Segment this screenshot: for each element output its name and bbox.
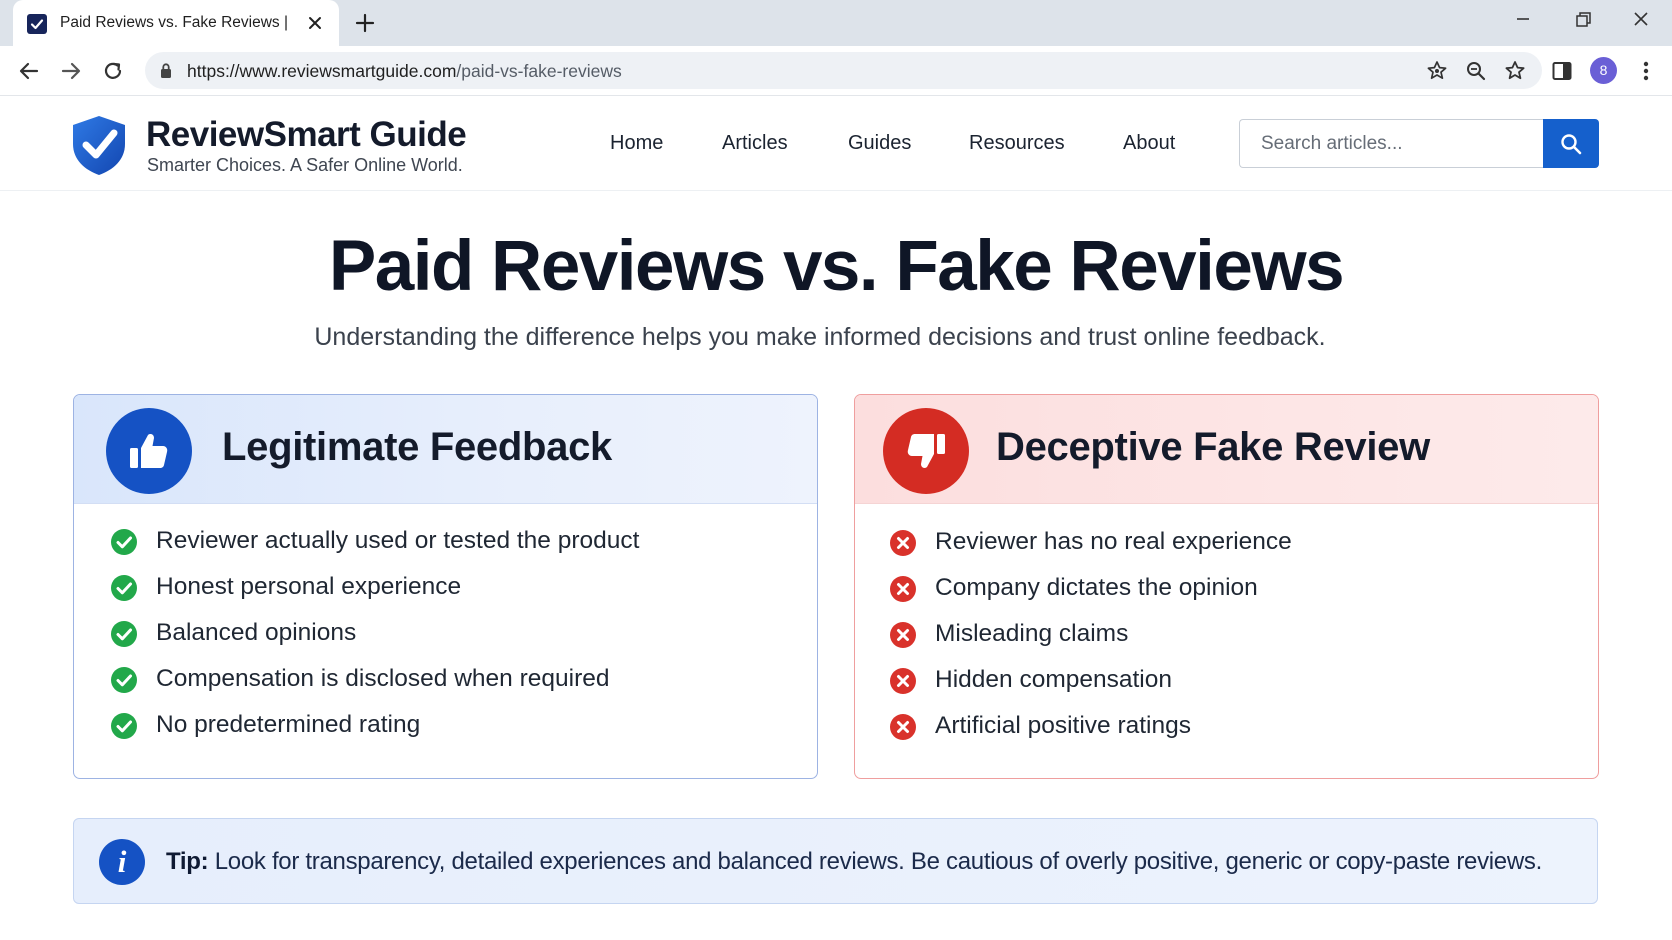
profile-avatar[interactable]: 8	[1590, 57, 1617, 84]
side-panel-icon[interactable]	[1550, 59, 1574, 83]
thumbs-up-icon	[130, 434, 168, 468]
bookmark-star-icon[interactable]	[1503, 59, 1527, 83]
minimize-window-icon[interactable]	[1509, 9, 1537, 31]
list-item: Reviewer has no real experience	[889, 528, 1292, 574]
browser-toolbar: https://www.reviewsmartguide.com/paid-vs…	[0, 46, 1672, 96]
search-button[interactable]	[1543, 119, 1599, 168]
card-title: Deceptive Fake Review	[996, 425, 1430, 469]
tab-title: Paid Reviews vs. Fake Reviews |	[60, 14, 288, 31]
page-subtitle: Understanding the difference helps you m…	[314, 323, 1326, 351]
list-item-text: Reviewer actually used or tested the pro…	[156, 527, 640, 554]
nav-guides[interactable]: Guides	[848, 132, 911, 155]
close-window-icon[interactable]	[1627, 9, 1655, 31]
thumbs-up-badge	[106, 408, 192, 494]
browser-tab-strip: Paid Reviews vs. Fake Reviews |	[0, 0, 1672, 46]
list-item: Honest personal experience	[110, 573, 639, 619]
list-item: Reviewer actually used or tested the pro…	[110, 527, 639, 573]
site-badge-star-icon[interactable]	[1425, 59, 1449, 83]
list-item-text: Hidden compensation	[935, 666, 1172, 693]
legitimate-list: Reviewer actually used or tested the pro…	[110, 527, 639, 757]
checkbox-favicon-icon	[27, 14, 47, 34]
search-input[interactable]	[1239, 119, 1544, 168]
list-item-text: Company dictates the opinion	[935, 574, 1258, 601]
list-item: Hidden compensation	[889, 666, 1292, 712]
x-circle-icon	[890, 576, 916, 602]
menu-kebab-icon[interactable]	[1636, 59, 1656, 83]
info-icon: i	[99, 839, 145, 885]
list-item: No predetermined rating	[110, 711, 639, 757]
list-item: Company dictates the opinion	[889, 574, 1292, 620]
thumbs-down-badge	[883, 408, 969, 494]
forward-arrow-icon[interactable]	[58, 58, 84, 84]
list-item: Misleading claims	[889, 620, 1292, 666]
list-item: Artificial positive ratings	[889, 712, 1292, 758]
x-circle-icon	[890, 622, 916, 648]
card-header: Legitimate Feedback	[74, 395, 817, 504]
tip-label: Tip:	[166, 848, 209, 875]
tip-text: Tip: Look for transparency, detailed exp…	[166, 848, 1542, 876]
close-tab-icon[interactable]	[305, 13, 325, 33]
list-item-text: Balanced opinions	[156, 619, 357, 646]
tip-banner: i Tip: Look for transparency, detailed e…	[73, 818, 1598, 904]
list-item-text: Artificial positive ratings	[935, 712, 1191, 739]
nav-resources[interactable]: Resources	[969, 132, 1065, 155]
check-circle-icon	[111, 529, 137, 555]
url-host: https://www.reviewsmartguide.com	[187, 61, 457, 81]
x-circle-icon	[890, 530, 916, 556]
legitimate-feedback-card: Legitimate Feedback Reviewer actually us…	[73, 394, 818, 779]
site-header: ReviewSmart Guide Smarter Choices. A Saf…	[0, 97, 1672, 191]
list-item: Compensation is disclosed when required	[110, 665, 639, 711]
brand-tagline: Smarter Choices. A Safer Online World.	[147, 155, 463, 175]
lock-icon[interactable]	[159, 62, 173, 79]
list-item-text: No predetermined rating	[156, 711, 421, 738]
tip-body: Look for transparency, detailed experien…	[208, 848, 1543, 875]
zoom-icon[interactable]	[1464, 59, 1488, 83]
browser-tab-active[interactable]: Paid Reviews vs. Fake Reviews |	[13, 0, 339, 46]
thumbs-down-icon	[907, 434, 945, 468]
url-text[interactable]: https://www.reviewsmartguide.com/paid-vs…	[187, 61, 622, 82]
check-circle-icon	[111, 621, 137, 647]
nav-about[interactable]: About	[1123, 132, 1175, 155]
new-tab-icon[interactable]	[354, 12, 376, 34]
page-title: Paid Reviews vs. Fake Reviews	[328, 227, 1345, 306]
check-circle-icon	[111, 575, 137, 601]
nav-articles[interactable]: Articles	[722, 132, 788, 155]
address-bar[interactable]: https://www.reviewsmartguide.com/paid-vs…	[145, 52, 1542, 89]
list-item-text: Misleading claims	[935, 620, 1129, 647]
reload-icon[interactable]	[100, 58, 126, 84]
x-circle-icon	[890, 714, 916, 740]
check-circle-icon	[111, 667, 137, 693]
list-item-text: Honest personal experience	[156, 573, 462, 600]
list-item: Balanced opinions	[110, 619, 639, 665]
x-circle-icon	[890, 668, 916, 694]
card-header: Deceptive Fake Review	[855, 395, 1598, 504]
restore-window-icon[interactable]	[1568, 9, 1596, 31]
url-path: /paid-vs-fake-reviews	[456, 61, 622, 81]
brand-name[interactable]: ReviewSmart Guide	[146, 115, 467, 155]
fake-review-card: Deceptive Fake Review Reviewer has no re…	[854, 394, 1599, 779]
check-circle-icon	[111, 713, 137, 739]
nav-home[interactable]: Home	[610, 132, 663, 155]
shield-check-logo-icon[interactable]	[70, 114, 128, 176]
search-icon	[1561, 134, 1582, 155]
list-item-text: Reviewer has no real experience	[935, 528, 1292, 555]
card-title: Legitimate Feedback	[222, 425, 612, 469]
fake-list: Reviewer has no real experience Company …	[889, 528, 1292, 758]
list-item-text: Compensation is disclosed when required	[156, 665, 610, 692]
back-arrow-icon[interactable]	[16, 58, 42, 84]
